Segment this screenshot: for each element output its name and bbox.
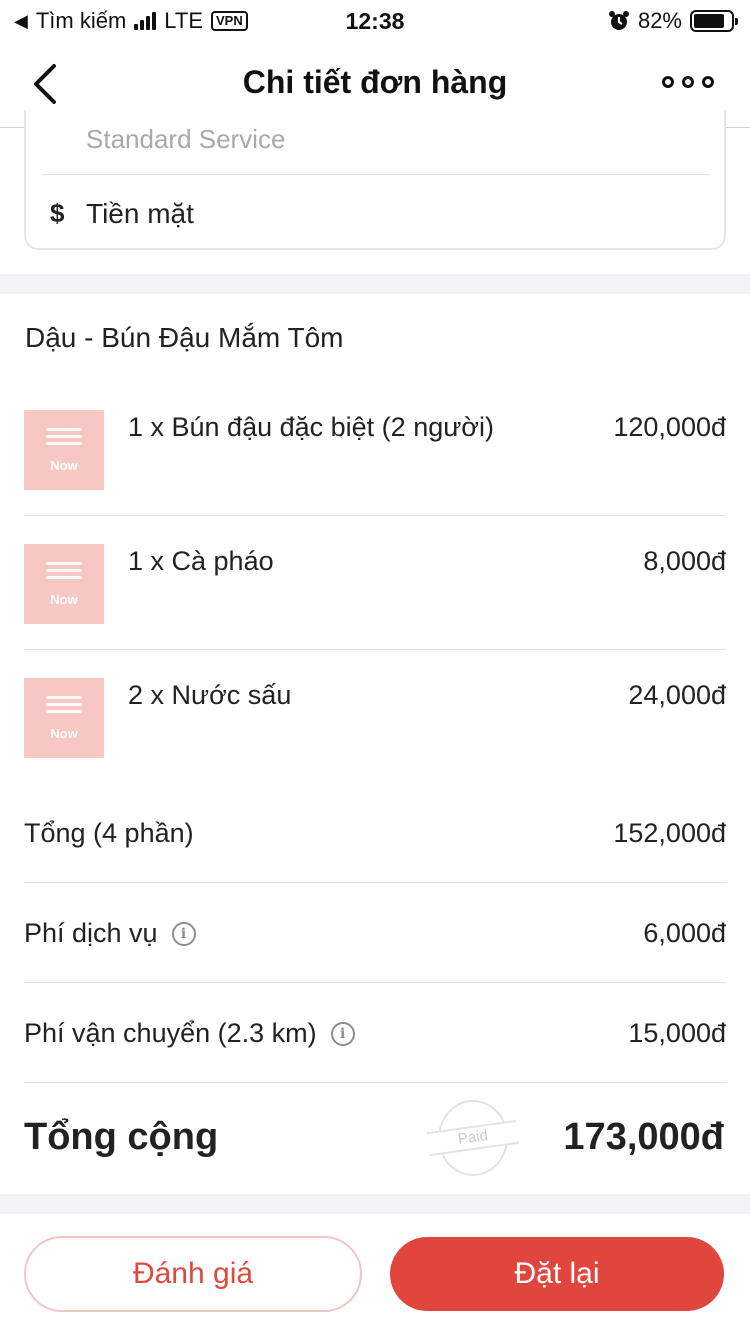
item-name: 1 x Cà pháo bbox=[128, 546, 274, 576]
item-price: 120,000đ bbox=[613, 412, 726, 442]
order-item: Now 2 x Nước sấu 24,000đ bbox=[24, 678, 726, 812]
battery-percent: 82% bbox=[637, 8, 682, 33]
divider bbox=[42, 174, 710, 175]
order-item: Now 1 x Bún đậu đặc biệt (2 người) 120,0… bbox=[24, 410, 726, 544]
total-value: 173,000đ bbox=[563, 1116, 724, 1158]
order-item: Now 1 x Cà pháo 8,000đ bbox=[24, 544, 726, 678]
battery-fill bbox=[694, 14, 724, 28]
subtotal-value: 152,000đ bbox=[613, 818, 726, 848]
service-fee-row: Phí dịch vụ i 6,000đ bbox=[24, 918, 726, 1018]
section-separator bbox=[0, 274, 750, 294]
battery-icon bbox=[690, 10, 738, 32]
reorder-button[interactable]: Đặt lại bbox=[390, 1237, 724, 1311]
more-dots-icon[interactable] bbox=[662, 76, 714, 88]
item-price: 8,000đ bbox=[643, 546, 726, 576]
payment-card: Standard Service $ Tiền mặt bbox=[24, 110, 726, 250]
service-type: Standard Service bbox=[86, 124, 286, 154]
status-right: 82% bbox=[608, 8, 738, 34]
divider bbox=[24, 882, 726, 883]
divider bbox=[24, 1082, 726, 1083]
alarm-icon bbox=[608, 11, 629, 30]
status-bar: ◀ Tìm kiếm LTE VPN 12:38 82% bbox=[0, 0, 750, 40]
now-logo-label: Now bbox=[50, 458, 78, 473]
subtotal-label: Tổng (4 phần) bbox=[24, 818, 194, 849]
service-fee-label-text: Phí dịch vụ bbox=[24, 918, 158, 948]
paid-stamp: Paid bbox=[426, 1100, 520, 1178]
subtotal-row: Tổng (4 phần) 152,000đ bbox=[24, 818, 726, 918]
item-thumbnail: Now bbox=[24, 544, 104, 624]
info-icon[interactable]: i bbox=[171, 921, 196, 946]
divider bbox=[24, 649, 726, 650]
section-separator bbox=[0, 1194, 750, 1214]
info-icon[interactable]: i bbox=[330, 1021, 355, 1046]
item-thumbnail: Now bbox=[24, 678, 104, 758]
now-logo-label: Now bbox=[50, 592, 78, 607]
total-label: Tổng cộng bbox=[24, 1116, 219, 1158]
item-name: 1 x Bún đậu đặc biệt (2 người) bbox=[128, 412, 494, 442]
item-price: 24,000đ bbox=[628, 680, 726, 710]
item-name: 2 x Nước sấu bbox=[128, 680, 292, 710]
page-title: Chi tiết đơn hàng bbox=[242, 64, 508, 100]
subtotal-label-text: Tổng (4 phần) bbox=[24, 818, 194, 848]
shipping-fee-label-text: Phí vận chuyển (2.3 km) bbox=[24, 1018, 317, 1048]
shipping-fee-row: Phí vận chuyển (2.3 km) i 15,000đ bbox=[24, 1018, 726, 1118]
shipping-fee-label: Phí vận chuyển (2.3 km) i bbox=[24, 1018, 355, 1049]
service-fee-label: Phí dịch vụ i bbox=[24, 918, 196, 949]
dollar-icon: $ bbox=[50, 198, 65, 228]
shipping-fee-value: 15,000đ bbox=[628, 1018, 726, 1048]
rate-button[interactable]: Đánh giá bbox=[24, 1236, 362, 1312]
divider bbox=[24, 515, 726, 516]
restaurant-name: Dậu - Bún Đậu Mắm Tôm bbox=[25, 322, 344, 353]
now-logo-label: Now bbox=[50, 726, 78, 741]
payment-method: Tiền mặt bbox=[86, 198, 194, 229]
item-thumbnail: Now bbox=[24, 410, 104, 490]
service-fee-value: 6,000đ bbox=[643, 918, 726, 948]
divider bbox=[24, 982, 726, 983]
